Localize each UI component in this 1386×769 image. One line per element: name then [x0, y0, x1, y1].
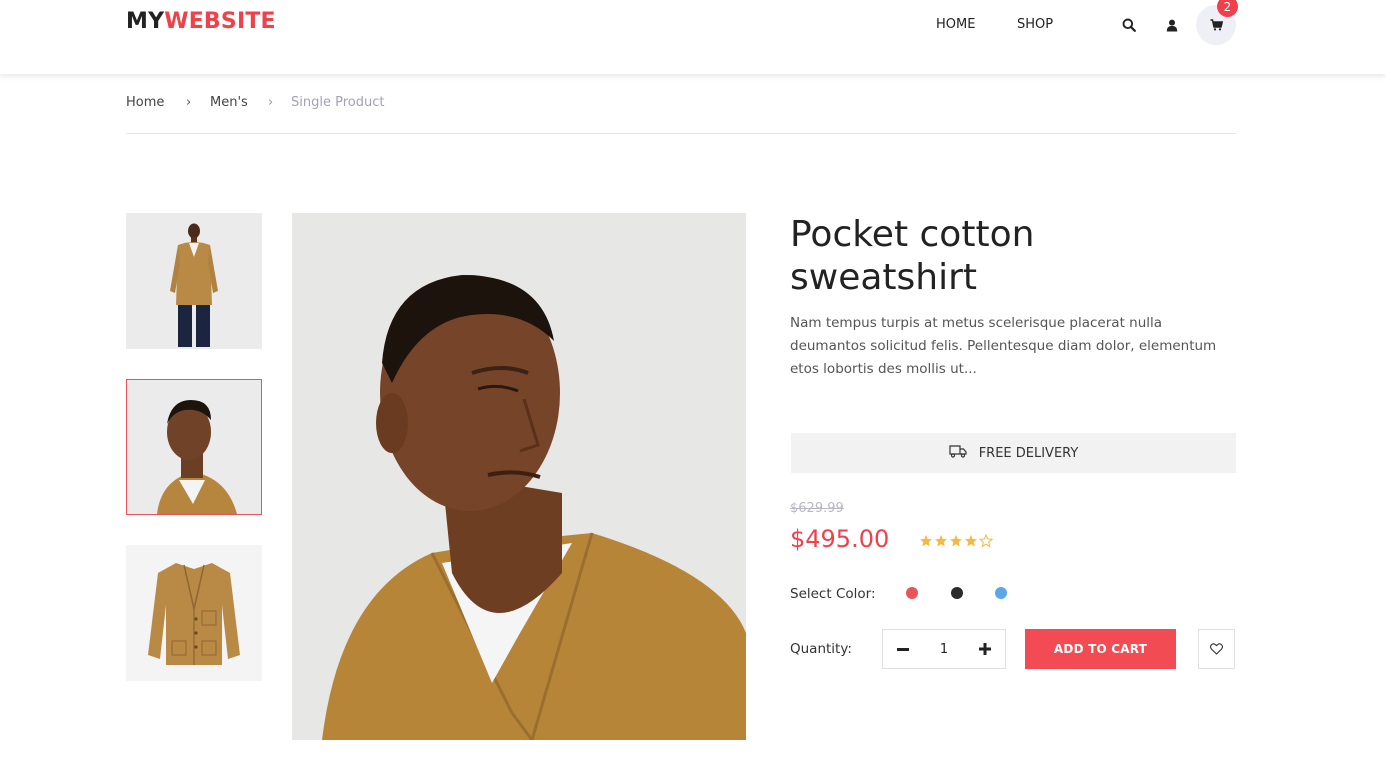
star-filled-icon — [950, 535, 962, 547]
heart-icon — [1210, 640, 1223, 659]
rating-stars — [919, 534, 993, 548]
cart-icon — [1210, 16, 1223, 35]
quantity-label: Quantity: — [790, 641, 852, 657]
product-title: Pocket cotton sweatshirt — [790, 214, 1035, 298]
product-thumbnail-full-body[interactable] — [126, 213, 262, 349]
breadcrumb-mens[interactable]: Men's — [210, 95, 248, 110]
wishlist-button[interactable] — [1198, 629, 1235, 669]
star-filled-icon — [965, 535, 977, 547]
logo-part-1: MY — [126, 9, 165, 34]
quantity-input[interactable] — [923, 630, 965, 668]
truck-icon — [949, 444, 967, 462]
breadcrumb-current: Single Product — [291, 95, 385, 110]
nav-shop[interactable]: SHOP — [1017, 17, 1053, 32]
color-swatch-black[interactable] — [951, 587, 963, 599]
user-icon[interactable] — [1163, 16, 1181, 34]
select-color-label: Select Color: — [790, 586, 876, 602]
product-thumbnail-flat[interactable] — [126, 545, 262, 681]
delivery-label: FREE DELIVERY — [978, 445, 1079, 461]
logo-part-2: WEBSITE — [164, 9, 276, 34]
color-swatch-red[interactable] — [906, 587, 918, 599]
star-filled-icon — [935, 535, 947, 547]
nav-home[interactable]: HOME — [936, 17, 975, 32]
breadcrumb-home[interactable]: Home — [126, 95, 164, 110]
quantity-stepper — [882, 629, 1006, 669]
breadcrumb-separator: › — [186, 95, 192, 110]
current-price: $495.00 — [790, 525, 890, 553]
search-icon[interactable] — [1120, 16, 1138, 34]
free-delivery-banner: FREE DELIVERY — [791, 433, 1236, 473]
quantity-increase-button[interactable] — [965, 630, 1005, 668]
breadcrumb-separator: › — [268, 95, 274, 110]
product-description: Nam tempus turpis at metus scelerisque p… — [790, 315, 1217, 377]
color-swatch-blue[interactable] — [995, 587, 1007, 599]
site-header: MYWEBSITE HOME SHOP 2 — [0, 0, 1386, 74]
cart-count-badge: 2 — [1217, 0, 1238, 17]
old-price: $629.99 — [790, 501, 844, 516]
star-empty-icon — [979, 534, 993, 548]
product-main-image — [292, 213, 746, 740]
product-thumbnail-portrait[interactable] — [126, 379, 262, 515]
quantity-decrease-button[interactable] — [883, 630, 923, 668]
breadcrumb-divider — [126, 133, 1236, 134]
add-to-cart-button[interactable]: ADD TO CART — [1025, 629, 1176, 669]
star-filled-icon — [920, 535, 932, 547]
site-logo[interactable]: MYWEBSITE — [126, 9, 276, 34]
